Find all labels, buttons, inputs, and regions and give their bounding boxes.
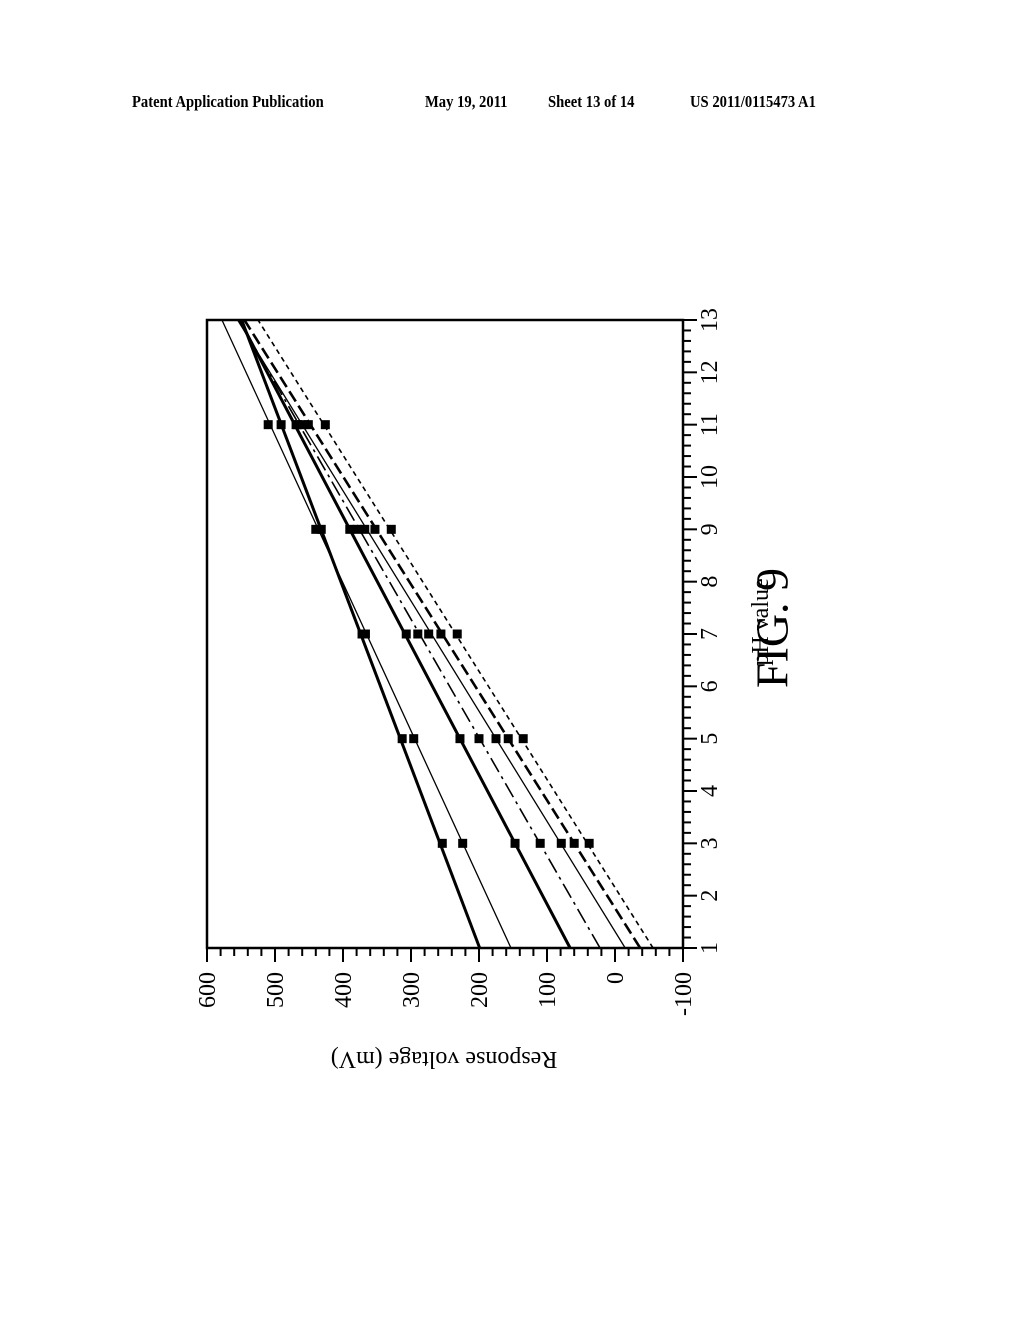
data-point	[556, 838, 566, 848]
x-tick-label: 4	[697, 785, 723, 797]
data-point	[401, 629, 411, 639]
y-tick-label: -100	[671, 972, 697, 1016]
data-point	[569, 838, 579, 848]
response-voltage-chart: -100010020030040050060012345678910111213…	[195, 308, 774, 1072]
data-point	[397, 734, 407, 744]
data-point	[510, 838, 520, 848]
x-tick-label: 3	[697, 837, 723, 849]
x-tick-label: 9	[697, 523, 723, 535]
y-tick-label: 200	[467, 972, 493, 1008]
data-point	[263, 420, 273, 430]
x-tick-label: 6	[697, 680, 723, 692]
data-point	[436, 629, 446, 639]
x-tick-label: 10	[697, 465, 723, 489]
x-tick-label: 13	[697, 308, 723, 332]
y-tick-label: 600	[195, 972, 221, 1008]
x-tick-label: 2	[697, 890, 723, 902]
data-point	[409, 734, 419, 744]
x-tick-label: 7	[697, 628, 723, 640]
data-point	[452, 629, 462, 639]
data-point	[503, 734, 513, 744]
data-point	[437, 838, 447, 848]
data-point	[276, 420, 286, 430]
x-tick-label: 8	[697, 576, 723, 588]
y-tick-label: 400	[331, 972, 357, 1008]
data-point	[360, 629, 370, 639]
data-point	[584, 838, 594, 848]
x-tick-label: 1	[697, 942, 723, 954]
x-tick-label: 5	[697, 733, 723, 745]
y-tick-label: 0	[603, 972, 629, 984]
data-point	[518, 734, 528, 744]
data-point	[386, 524, 396, 534]
x-tick-label: 12	[697, 360, 723, 384]
data-point	[535, 838, 545, 848]
data-point	[320, 420, 330, 430]
x-tick-label: 11	[697, 413, 723, 436]
data-point	[360, 524, 370, 534]
data-point	[455, 734, 465, 744]
y-tick-label: 100	[535, 972, 561, 1008]
data-point	[370, 524, 380, 534]
data-point	[311, 524, 321, 534]
data-point	[424, 629, 434, 639]
data-point	[491, 734, 501, 744]
data-point	[474, 734, 484, 744]
data-point	[303, 420, 313, 430]
y-axis-label: Response voltage (mV)	[331, 1046, 558, 1072]
data-point	[413, 629, 423, 639]
y-tick-label: 300	[399, 972, 425, 1008]
figure-label: FIG. 9	[746, 567, 798, 689]
data-point	[458, 838, 468, 848]
y-tick-label: 500	[263, 972, 289, 1008]
